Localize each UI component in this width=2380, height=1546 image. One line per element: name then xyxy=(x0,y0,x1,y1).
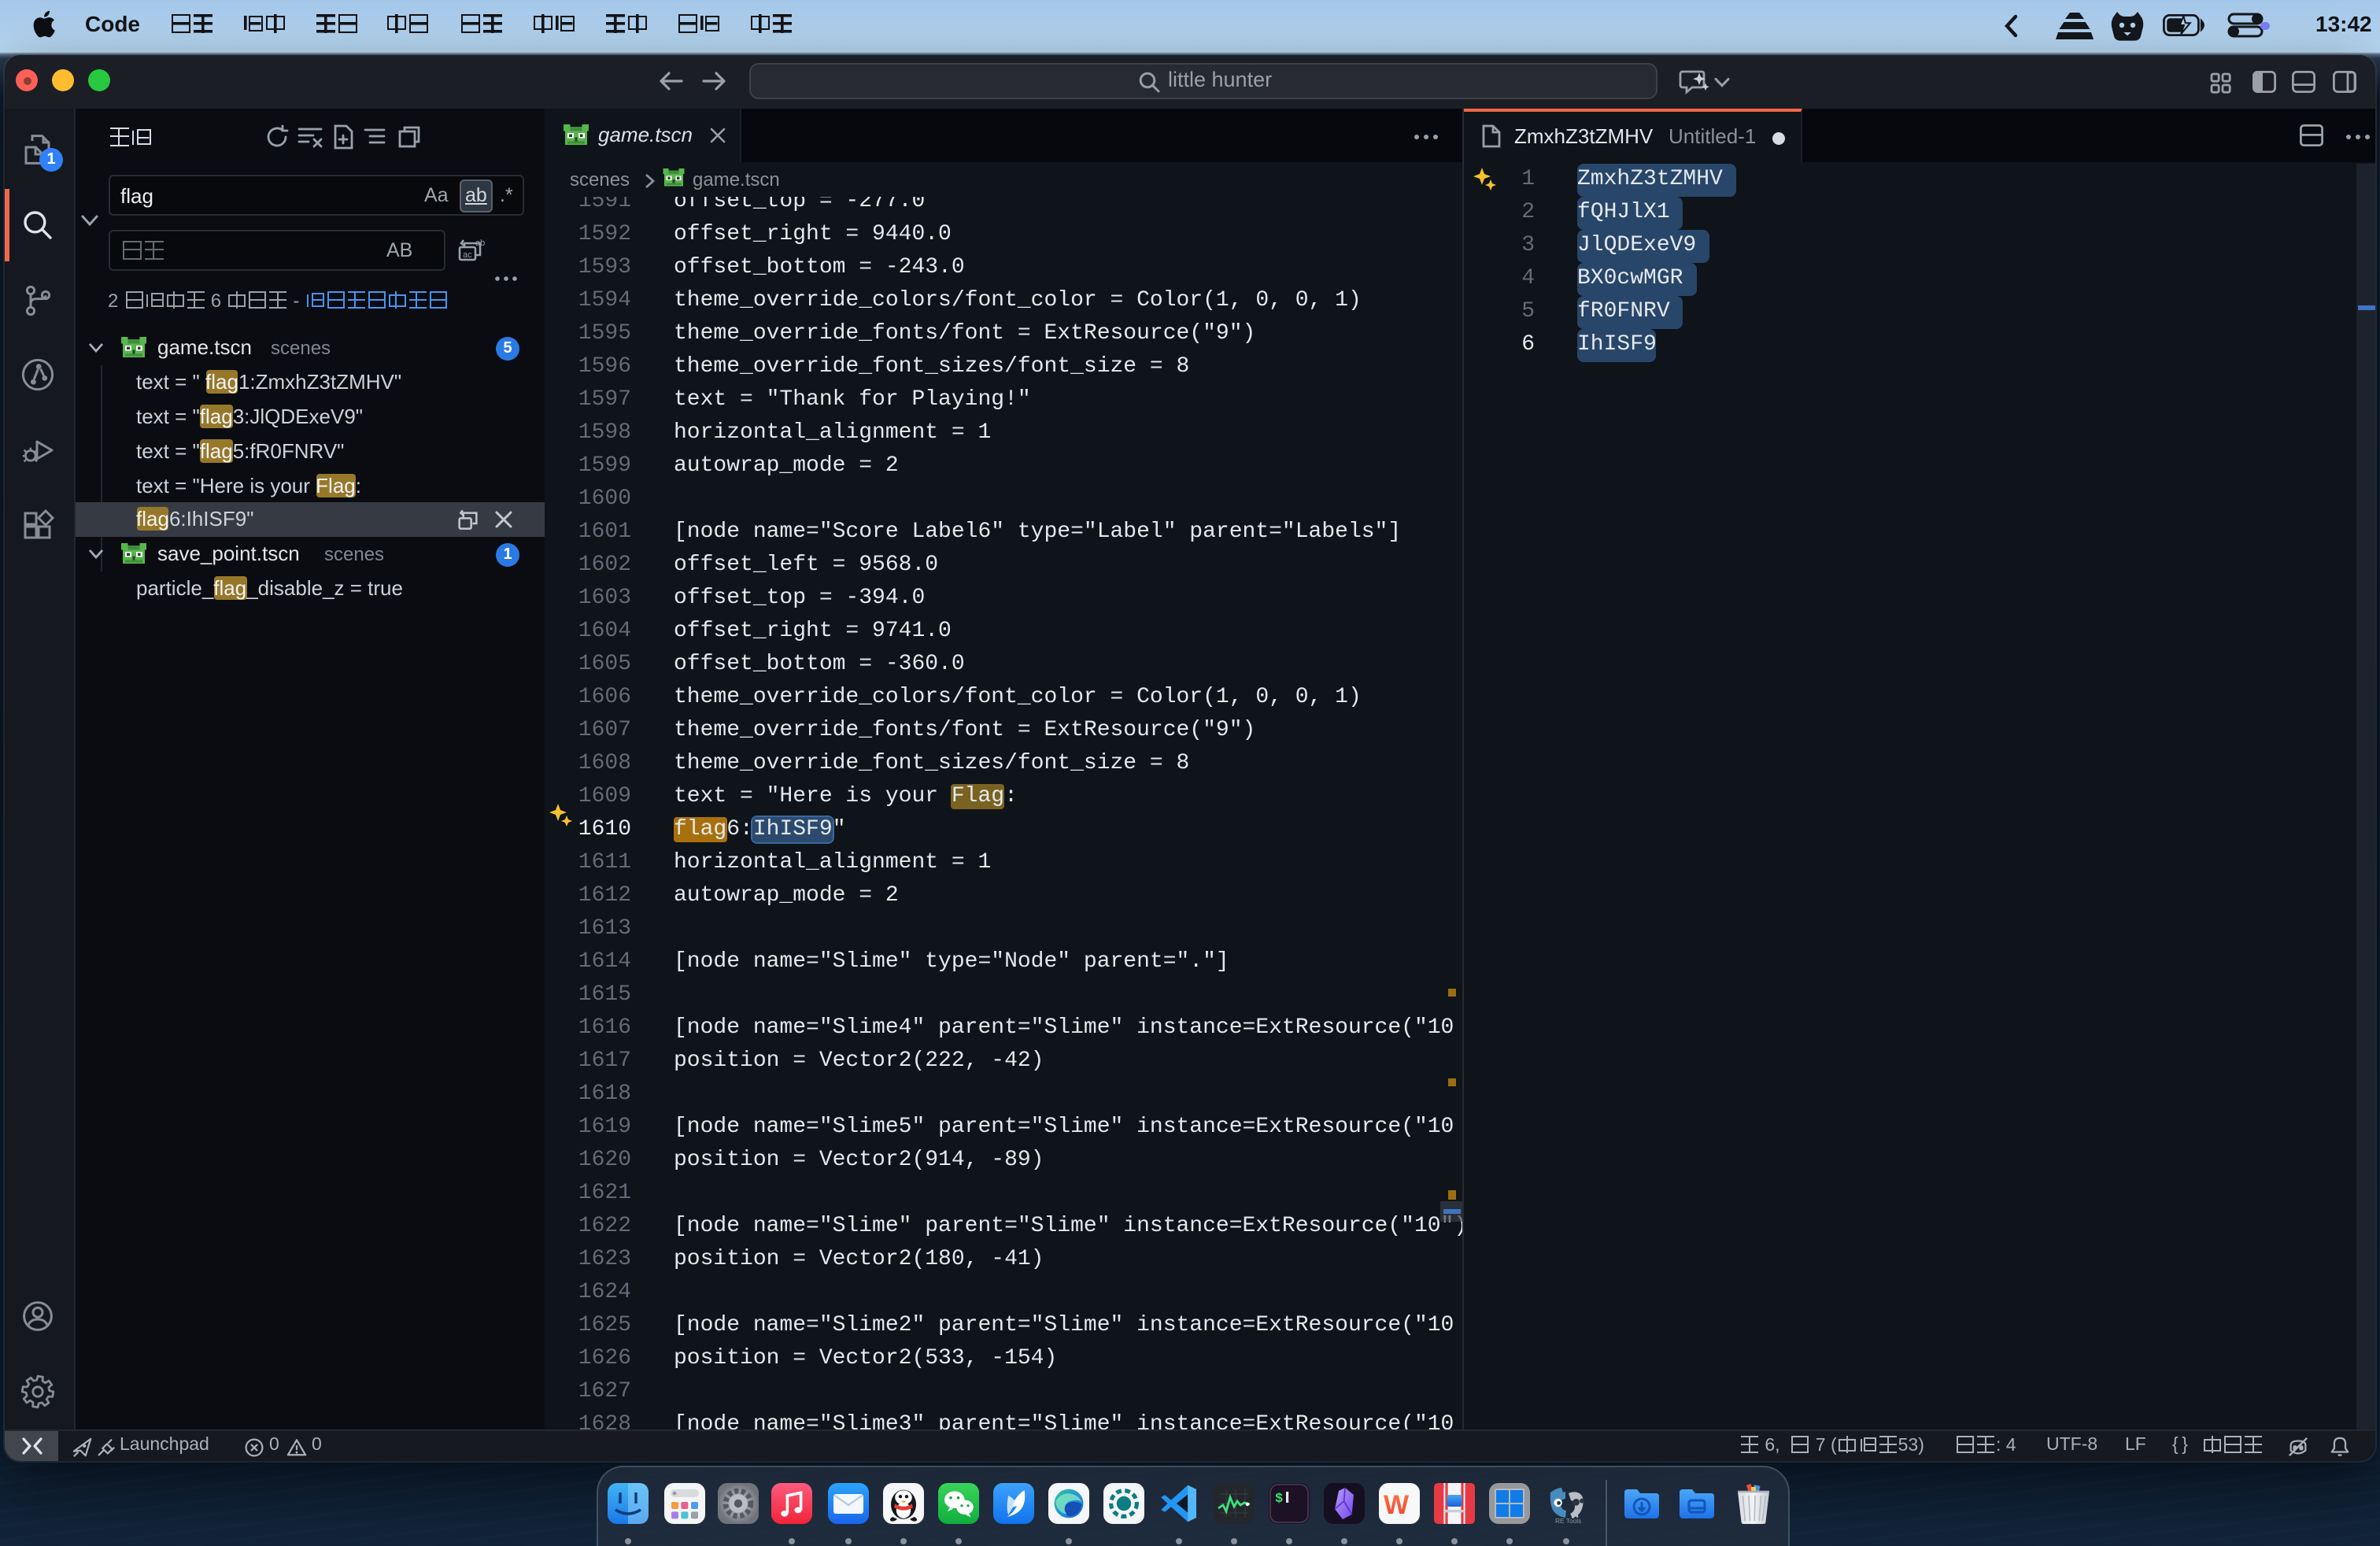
svg-text:ab: ab xyxy=(475,238,485,247)
svg-text:$: $ xyxy=(1275,1492,1283,1507)
svg-text:W: W xyxy=(1384,1490,1410,1520)
svg-text:ac: ac xyxy=(463,250,472,259)
svg-text:RE Tools: RE Tools xyxy=(1555,1517,1581,1525)
